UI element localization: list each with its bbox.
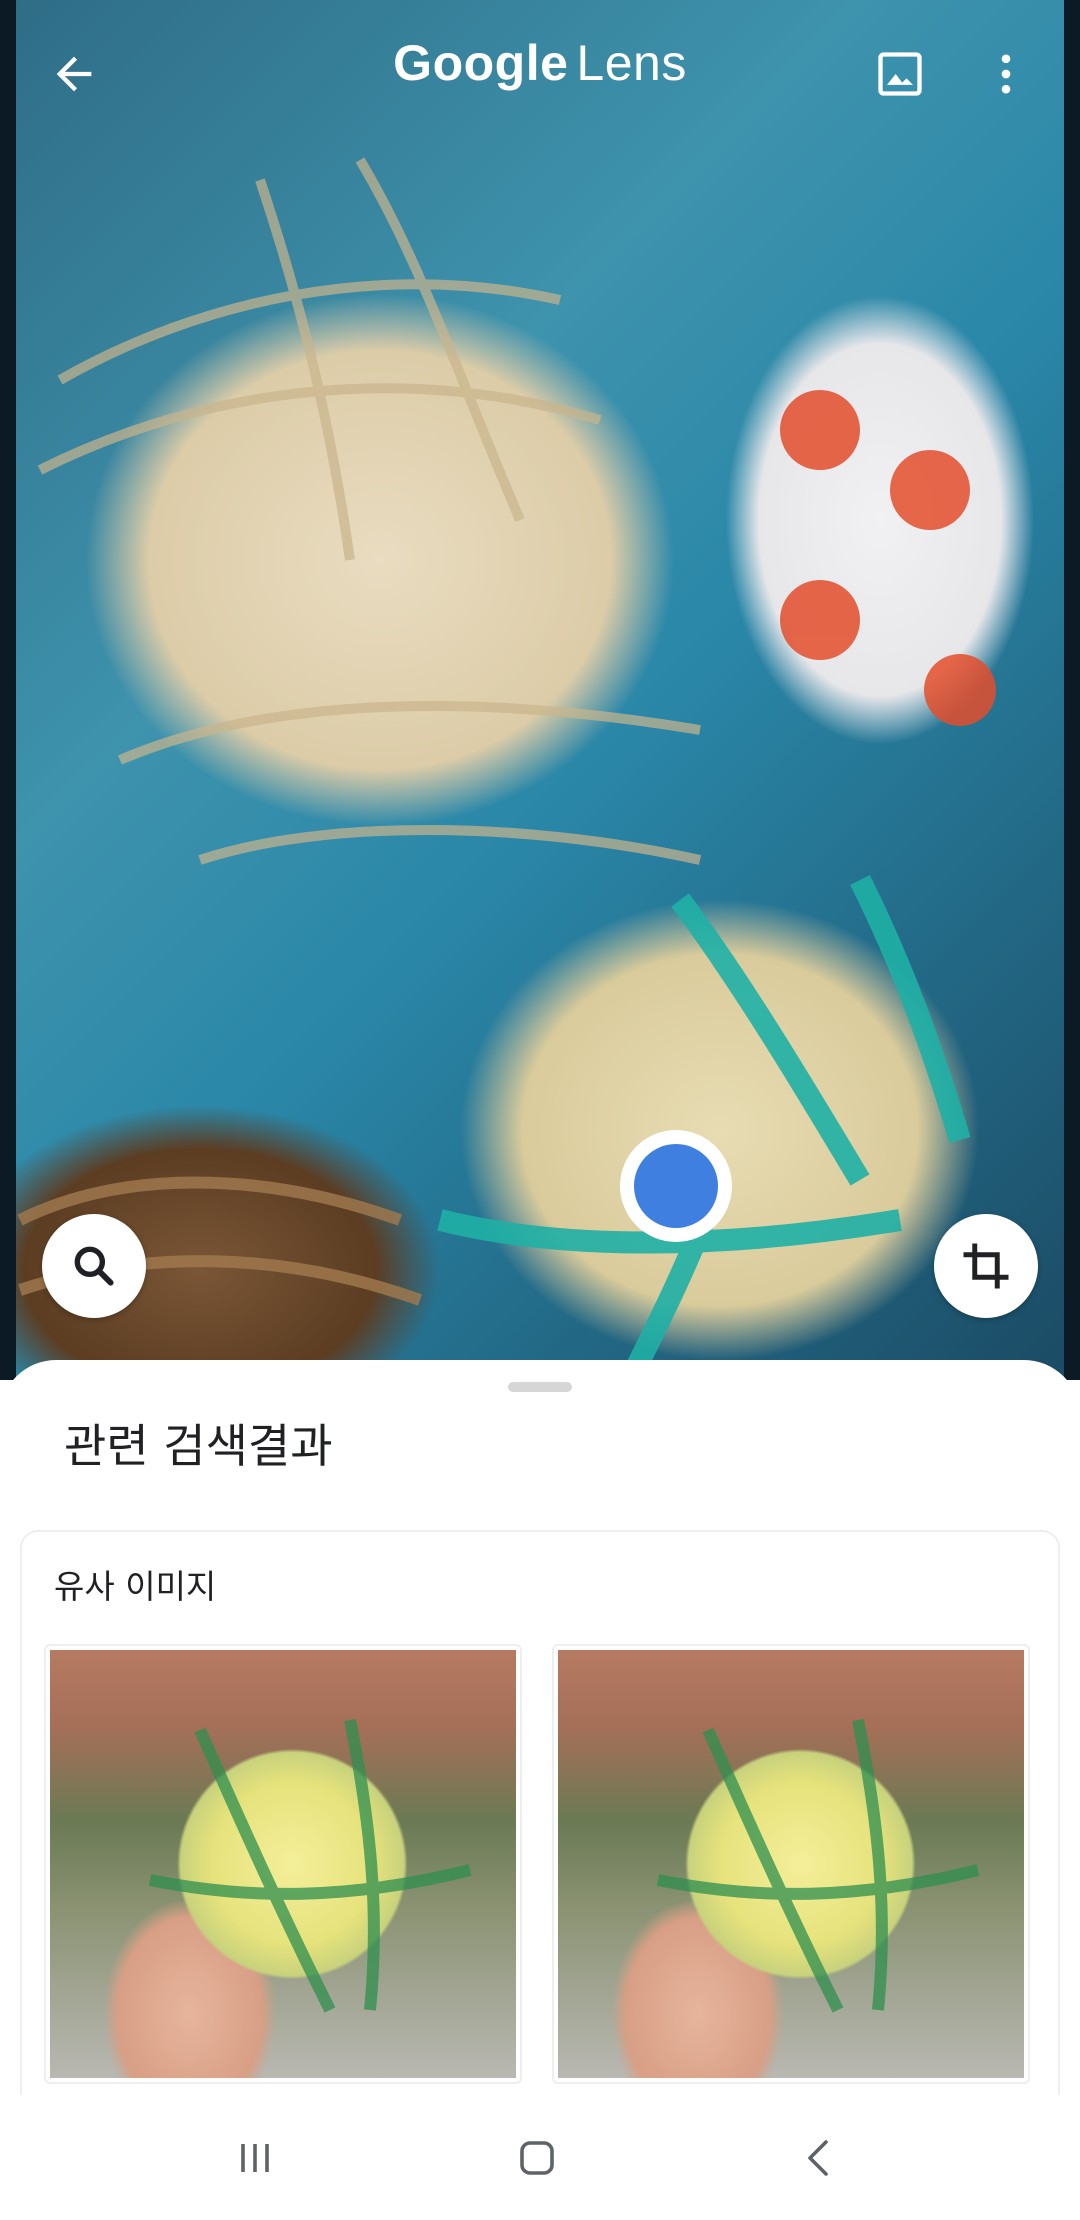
top-app-bar: Google Lens (0, 0, 1080, 150)
similar-image-1[interactable] (44, 1644, 522, 2084)
sheet-title: 관련 검색결과 (64, 1419, 333, 1473)
system-navigation-bar (0, 2095, 1080, 2220)
similar-images-card: 유사 이미지 (20, 1530, 1060, 2150)
sheet-drag-handle[interactable] (508, 1382, 572, 1392)
recent-apps-button[interactable] (200, 2115, 310, 2201)
camera-preview[interactable] (0, 0, 1080, 1380)
more-options-button[interactable] (958, 26, 1054, 122)
results-bottom-sheet[interactable]: 관련 검색결과 유사 이미지 (0, 1360, 1080, 2150)
search-icon (74, 1246, 114, 1286)
system-back-button[interactable] (765, 2115, 875, 2201)
ball-weave-graphic (148, 1718, 472, 2013)
gallery-button[interactable] (852, 26, 948, 122)
card-title: 유사 이미지 (54, 1567, 217, 1606)
title-google: Google (393, 35, 569, 91)
recent-apps-icon (241, 2144, 269, 2172)
home-button[interactable] (482, 2115, 592, 2201)
home-icon (520, 2141, 554, 2175)
ball-weave-graphic (656, 1718, 980, 2013)
more-vert-icon (1001, 54, 1011, 94)
title-lens: Lens (576, 35, 687, 91)
shutter-button[interactable] (620, 1130, 732, 1242)
crop-button[interactable] (934, 1214, 1038, 1318)
similar-image-2[interactable] (552, 1644, 1030, 2084)
scene-illustration (17, 157, 996, 1380)
back-icon (808, 2140, 828, 2176)
search-button[interactable] (42, 1214, 146, 1318)
shutter-dot (634, 1144, 718, 1228)
crop-icon (963, 1243, 1009, 1289)
image-icon (878, 52, 922, 96)
